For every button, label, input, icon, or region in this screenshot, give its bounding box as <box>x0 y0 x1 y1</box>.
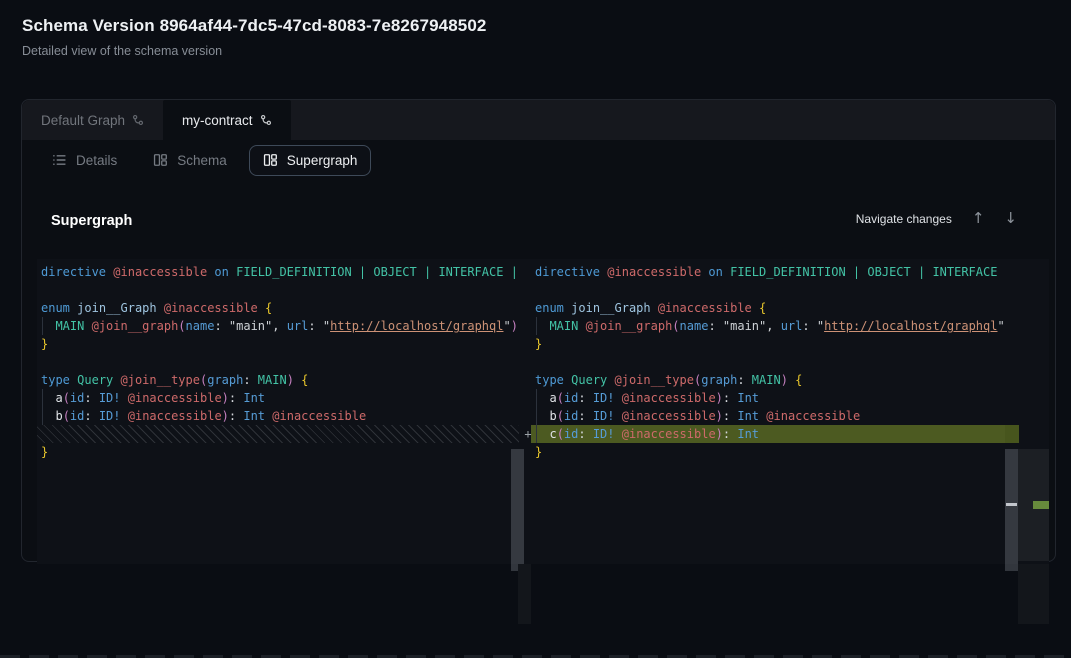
tab-details[interactable]: Details <box>38 145 131 176</box>
page-subtitle: Detailed view of the schema version <box>22 44 486 58</box>
schema-version-card: Default Graph my-contract <box>21 99 1056 562</box>
scrollbar-left-thumb[interactable] <box>511 449 524 571</box>
code-line: MAIN @join__graph(name: "main", url: "ht… <box>531 317 1005 335</box>
tab-default-graph-label: Default Graph <box>41 113 125 128</box>
code-line: enum join__Graph @inaccessible { <box>37 299 524 317</box>
diff-placeholder-line <box>37 425 519 443</box>
code-line: type Query @join__type(graph: MAIN) { <box>37 371 524 389</box>
next-change-button[interactable]: ↓ <box>1004 211 1017 226</box>
navigate-changes-label: Navigate changes <box>856 212 952 226</box>
tab-supergraph[interactable]: Supergraph <box>249 145 372 176</box>
tab-default-graph[interactable]: Default Graph <box>22 100 163 140</box>
tab-schema[interactable]: Schema <box>139 145 241 176</box>
page-title: Schema Version 8964af44-7dc5-47cd-8083-7… <box>22 16 486 36</box>
diff-editor-modified[interactable]: directive @inaccessible on FIELD_DEFINIT… <box>531 259 1005 564</box>
scrollbar-change-marker <box>1006 503 1017 506</box>
code-line <box>37 281 524 299</box>
minimap-added-marker <box>1033 501 1049 509</box>
minimap-strip <box>1018 564 1049 624</box>
code-line: b(id: ID! @inaccessible): Int @inaccessi… <box>37 407 524 425</box>
diff-added-line: c(id: ID! @inaccessible): Int <box>531 425 1005 443</box>
code-line: } <box>531 335 1005 353</box>
tab-my-contract[interactable]: my-contract <box>163 100 291 140</box>
code-line: } <box>37 443 524 461</box>
code-line <box>37 353 524 371</box>
scrollbar-right-thumb[interactable] <box>1005 449 1018 571</box>
code-line: MAIN @join__graph(name: "main", url: "ht… <box>37 317 524 335</box>
code-line: directive @inaccessible on FIELD_DEFINIT… <box>37 263 524 281</box>
tab-schema-label: Schema <box>177 153 227 168</box>
previous-change-button[interactable]: ↑ <box>972 211 985 226</box>
tab-my-contract-label: my-contract <box>182 113 253 128</box>
code-line <box>531 281 1005 299</box>
panels-icon <box>153 153 168 167</box>
code-line <box>531 353 1005 371</box>
panels-icon <box>263 153 278 167</box>
diff-add-marker: + <box>522 425 534 443</box>
tab-supergraph-label: Supergraph <box>287 153 358 168</box>
code-line: } <box>531 443 1005 461</box>
list-icon <box>52 153 67 167</box>
code-line: directive @inaccessible on FIELD_DEFINIT… <box>531 263 1005 281</box>
fork-icon <box>132 114 144 126</box>
fork-icon <box>260 114 272 126</box>
code-line: } <box>37 335 524 353</box>
view-subtabs: Details Schema Supergraph <box>22 140 1055 180</box>
diff-editor-original[interactable]: directive @inaccessible on FIELD_DEFINIT… <box>37 259 524 564</box>
divider-strip <box>518 564 531 624</box>
code-line: b(id: ID! @inaccessible): Int @inaccessi… <box>531 407 1005 425</box>
code-line: type Query @join__type(graph: MAIN) { <box>531 371 1005 389</box>
overview-ruler-added-marker <box>1005 425 1019 443</box>
supergraph-diff-editor: directive @inaccessible on FIELD_DEFINIT… <box>37 259 1049 626</box>
code-line: a(id: ID! @inaccessible): Int <box>531 389 1005 407</box>
graph-tabstrip: Default Graph my-contract <box>22 100 1055 140</box>
supergraph-heading: Supergraph <box>51 213 132 229</box>
page-header: Schema Version 8964af44-7dc5-47cd-8083-7… <box>22 16 486 58</box>
code-line: enum join__Graph @inaccessible { <box>531 299 1005 317</box>
tab-details-label: Details <box>76 153 117 168</box>
code-line: a(id: ID! @inaccessible): Int <box>37 389 524 407</box>
navigate-changes: Navigate changes ↑ ↓ <box>856 211 1017 226</box>
